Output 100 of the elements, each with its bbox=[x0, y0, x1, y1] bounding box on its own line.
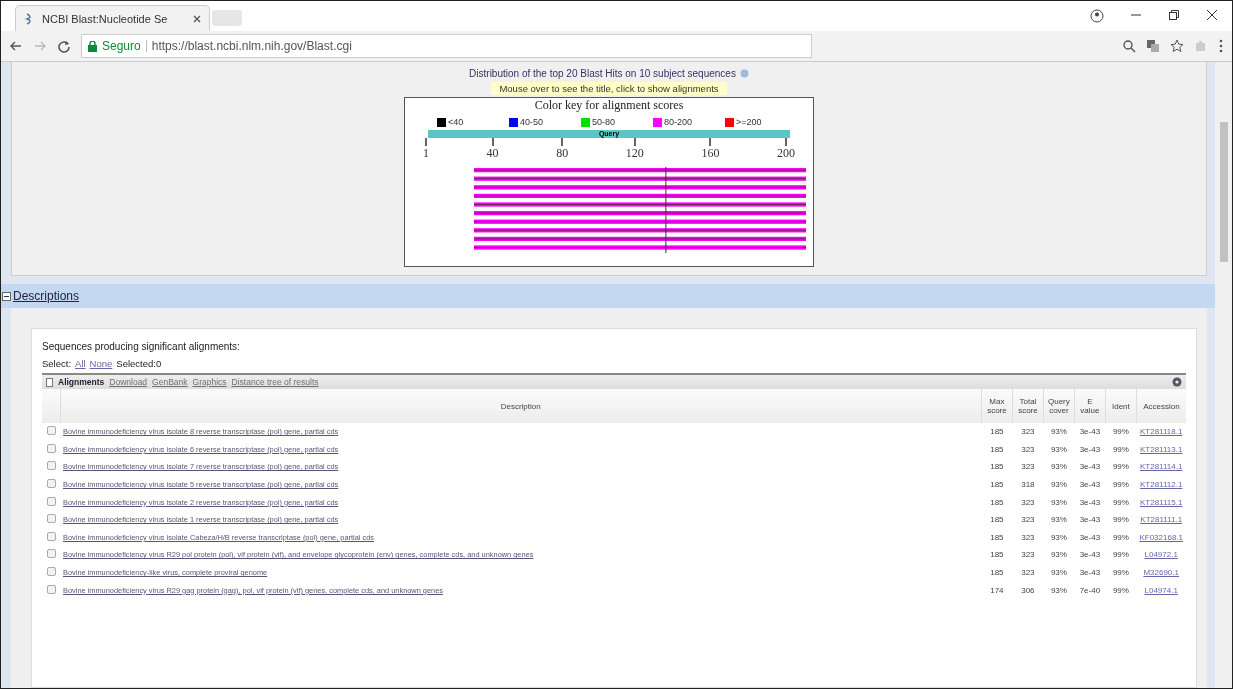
table-cell-text: 99% bbox=[1111, 496, 1130, 509]
table-cell-text: 93% bbox=[1049, 479, 1068, 492]
table-cell-text: 7e-40 bbox=[1078, 584, 1102, 597]
address-bar[interactable]: Seguro https://blast.ncbi.nlm.nih.gov/Blast.cgi bbox=[81, 34, 812, 58]
accession-link[interactable]: KT281112.1 bbox=[1140, 480, 1183, 490]
row-checkbox[interactable] bbox=[46, 496, 56, 506]
accession-link[interactable]: L04972.1 bbox=[1144, 550, 1178, 560]
back-icon[interactable] bbox=[9, 39, 23, 53]
axis-tick-label: 80 bbox=[556, 146, 569, 161]
hit-bars-drawing[interactable] bbox=[474, 167, 806, 253]
scrollbar[interactable] bbox=[1215, 62, 1232, 688]
table-cell-text: 323 bbox=[1020, 514, 1036, 527]
row-checkbox[interactable] bbox=[46, 584, 56, 594]
browser-tab[interactable]: NCBI Blast:Nucleotide Se bbox=[15, 5, 210, 31]
table-cell-text: 323 bbox=[1020, 567, 1036, 580]
restore-icon[interactable] bbox=[1168, 9, 1180, 21]
accession-link[interactable]: KT281113.1 bbox=[1140, 444, 1183, 454]
document-icon bbox=[46, 377, 53, 387]
row-checkbox[interactable] bbox=[46, 426, 56, 436]
select-all-link[interactable]: All bbox=[75, 358, 86, 369]
table-cell-text: 93% bbox=[1049, 584, 1068, 597]
row-checkbox[interactable] bbox=[46, 567, 56, 577]
close-tab-icon[interactable] bbox=[193, 14, 201, 23]
column-header[interactable]: E value bbox=[1074, 389, 1106, 423]
close-icon[interactable] bbox=[1206, 9, 1218, 21]
table-cell: 93% bbox=[1043, 423, 1075, 441]
column-header[interactable]: Description bbox=[60, 389, 982, 423]
table-cell-text: 185 bbox=[989, 443, 1005, 456]
table-cell-text: 99% bbox=[1111, 567, 1130, 580]
extension-icon[interactable] bbox=[1194, 39, 1208, 53]
select-label: Select: bbox=[42, 358, 72, 369]
forward-icon[interactable] bbox=[33, 39, 47, 53]
accession-link[interactable]: M32690.1 bbox=[1143, 568, 1179, 578]
table-cell-text: 323 bbox=[1020, 443, 1036, 456]
accession-link[interactable]: KT281111.1 bbox=[1140, 515, 1183, 525]
table-cell-text: 99% bbox=[1111, 531, 1130, 544]
table-cell-text: 185 bbox=[989, 479, 1005, 492]
row-checkbox[interactable] bbox=[46, 514, 56, 524]
table-cell-text: 185 bbox=[989, 567, 1005, 580]
table-cell-text: 3e-43 bbox=[1078, 461, 1102, 474]
settings-icon[interactable] bbox=[1172, 377, 1182, 387]
table-cell-text: 99% bbox=[1111, 549, 1130, 562]
table-cell-text: 99% bbox=[1111, 584, 1130, 597]
menu-icon[interactable] bbox=[1218, 39, 1224, 53]
translate-icon[interactable] bbox=[1146, 39, 1160, 53]
accession-link[interactable]: KT281115.1 bbox=[1140, 497, 1183, 507]
table-cell-text: 3e-43 bbox=[1078, 514, 1102, 527]
table-cell-text: 185 bbox=[989, 531, 1005, 544]
toolbar-link[interactable]: GenBank bbox=[152, 377, 188, 387]
axis-tick-label: 160 bbox=[701, 146, 720, 161]
toolbar-link[interactable]: Graphics bbox=[192, 377, 227, 387]
results-intro: Sequences producing significant alignments: bbox=[42, 341, 241, 352]
collapse-toggle[interactable] bbox=[2, 291, 11, 301]
column-header[interactable]: Max score bbox=[981, 389, 1013, 423]
column-header[interactable]: Total score bbox=[1012, 389, 1044, 423]
table-cell-text: 93% bbox=[1049, 567, 1068, 580]
select-none-link[interactable]: None bbox=[89, 358, 113, 369]
table-cell-text: 323 bbox=[1020, 496, 1036, 509]
axis-tick-label: 200 bbox=[776, 146, 795, 161]
accession-link[interactable]: KT281114.1 bbox=[1140, 462, 1183, 472]
row-checkbox[interactable] bbox=[46, 461, 56, 471]
accession-link[interactable]: KF032168.1 bbox=[1139, 532, 1183, 542]
table-cell-text: 3e-43 bbox=[1078, 567, 1102, 580]
table-cell: 323 bbox=[1012, 423, 1044, 441]
graphic-hint: Mouse over to see the title, click to show alignments bbox=[491, 82, 727, 95]
toolbar-link[interactable]: Alignments bbox=[58, 377, 105, 387]
star-icon[interactable] bbox=[1170, 39, 1184, 53]
key-title: Color key for alignment scores bbox=[534, 98, 684, 113]
table-cell-text: 99% bbox=[1111, 461, 1130, 474]
table-cell-text: 318 bbox=[1020, 479, 1036, 492]
table-cell-text: 306 bbox=[1020, 584, 1036, 597]
legend-label: 50-80 bbox=[592, 117, 616, 127]
help-icon[interactable] bbox=[739, 69, 749, 78]
zoom-icon[interactable] bbox=[1122, 39, 1136, 53]
toolbar-link[interactable]: Distance tree of results bbox=[231, 377, 319, 387]
table-cell-text: 185 bbox=[989, 549, 1005, 562]
table-cell: 3e-43 bbox=[1074, 423, 1106, 441]
profile-icon[interactable] bbox=[1090, 9, 1104, 23]
graphic-caption: Distribution of the top 20 Blast Hits on 10 subject sequences bbox=[469, 68, 736, 79]
table-cell-text: 323 bbox=[1020, 531, 1036, 544]
row-checkbox[interactable] bbox=[46, 443, 56, 453]
section-title-link[interactable]: Descriptions bbox=[13, 289, 80, 303]
row-checkbox[interactable] bbox=[46, 479, 56, 489]
table-cell-text: 323 bbox=[1020, 461, 1036, 474]
tab-title: NCBI Blast:Nucleotide Se bbox=[42, 12, 169, 25]
column-header[interactable]: Accession bbox=[1136, 389, 1186, 423]
accession-link[interactable]: KT281118.1 bbox=[1140, 427, 1183, 437]
reload-icon[interactable] bbox=[57, 39, 71, 53]
legend-label: <40 bbox=[448, 117, 464, 127]
axis-tick-label: 120 bbox=[625, 146, 644, 161]
table-cell-text: 174 bbox=[989, 584, 1005, 597]
column-header[interactable]: Ident bbox=[1105, 389, 1137, 423]
table-cell-text: 185 bbox=[989, 461, 1005, 474]
accession-link[interactable]: L04974.1 bbox=[1144, 585, 1178, 595]
row-checkbox[interactable] bbox=[46, 549, 56, 559]
toolbar-link[interactable]: Download bbox=[109, 377, 148, 387]
row-checkbox[interactable] bbox=[46, 531, 56, 541]
table-cell-text: 3e-43 bbox=[1078, 531, 1102, 544]
table-cell-text: 185 bbox=[989, 514, 1005, 527]
column-header[interactable]: Query cover bbox=[1043, 389, 1075, 423]
